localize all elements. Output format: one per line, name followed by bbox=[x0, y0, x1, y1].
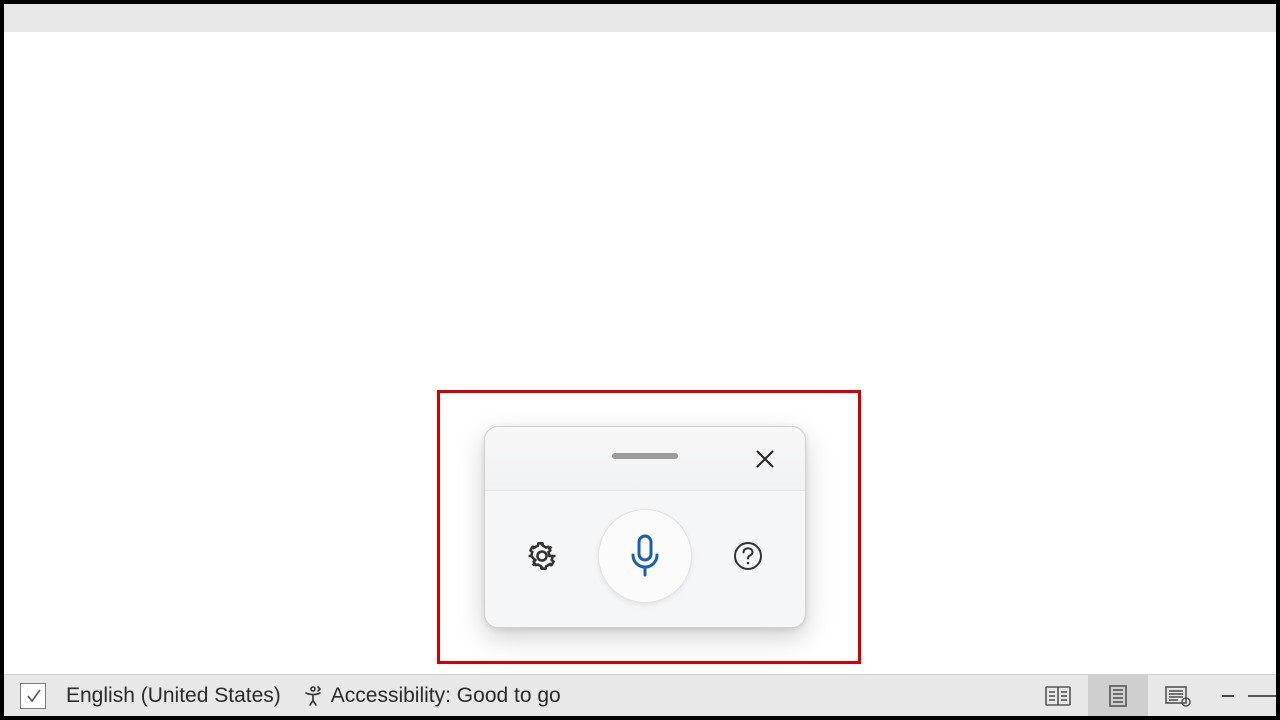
status-left: English (United States) Accessibility: G… bbox=[4, 675, 571, 716]
proofing-icon bbox=[20, 683, 46, 709]
microphone-button[interactable] bbox=[598, 509, 692, 603]
close-button[interactable] bbox=[749, 443, 781, 475]
accessibility-status[interactable]: Accessibility: Good to go bbox=[291, 675, 571, 716]
web-layout-icon bbox=[1164, 685, 1192, 707]
accessibility-icon bbox=[301, 684, 325, 708]
app-frame: English (United States) Accessibility: G… bbox=[4, 4, 1276, 716]
settings-button[interactable] bbox=[520, 534, 564, 578]
language-label: English (United States) bbox=[66, 684, 281, 708]
help-button[interactable] bbox=[726, 534, 770, 578]
drag-handle-icon[interactable] bbox=[612, 453, 678, 459]
zoom-out-button[interactable] bbox=[1208, 675, 1248, 716]
language-status[interactable]: English (United States) bbox=[56, 675, 291, 716]
status-right bbox=[1028, 675, 1276, 716]
dictate-widget bbox=[484, 426, 806, 628]
dictate-body bbox=[485, 491, 805, 627]
microphone-icon bbox=[625, 532, 665, 580]
gear-icon bbox=[525, 539, 559, 573]
spellcheck-indicator[interactable] bbox=[4, 675, 56, 716]
accessibility-label: Accessibility: Good to go bbox=[331, 684, 561, 708]
status-bar: English (United States) Accessibility: G… bbox=[4, 674, 1276, 716]
print-layout-button[interactable] bbox=[1088, 675, 1148, 716]
ribbon-placeholder bbox=[4, 4, 1276, 32]
zoom-slider[interactable] bbox=[1248, 675, 1276, 716]
help-icon bbox=[732, 540, 764, 572]
read-mode-icon bbox=[1044, 685, 1072, 707]
close-icon bbox=[754, 448, 776, 470]
dictate-header[interactable] bbox=[485, 427, 805, 491]
print-layout-icon bbox=[1106, 684, 1130, 708]
document-area[interactable] bbox=[4, 32, 1276, 674]
minus-icon bbox=[1220, 688, 1236, 704]
web-layout-button[interactable] bbox=[1148, 675, 1208, 716]
read-mode-button[interactable] bbox=[1028, 675, 1088, 716]
